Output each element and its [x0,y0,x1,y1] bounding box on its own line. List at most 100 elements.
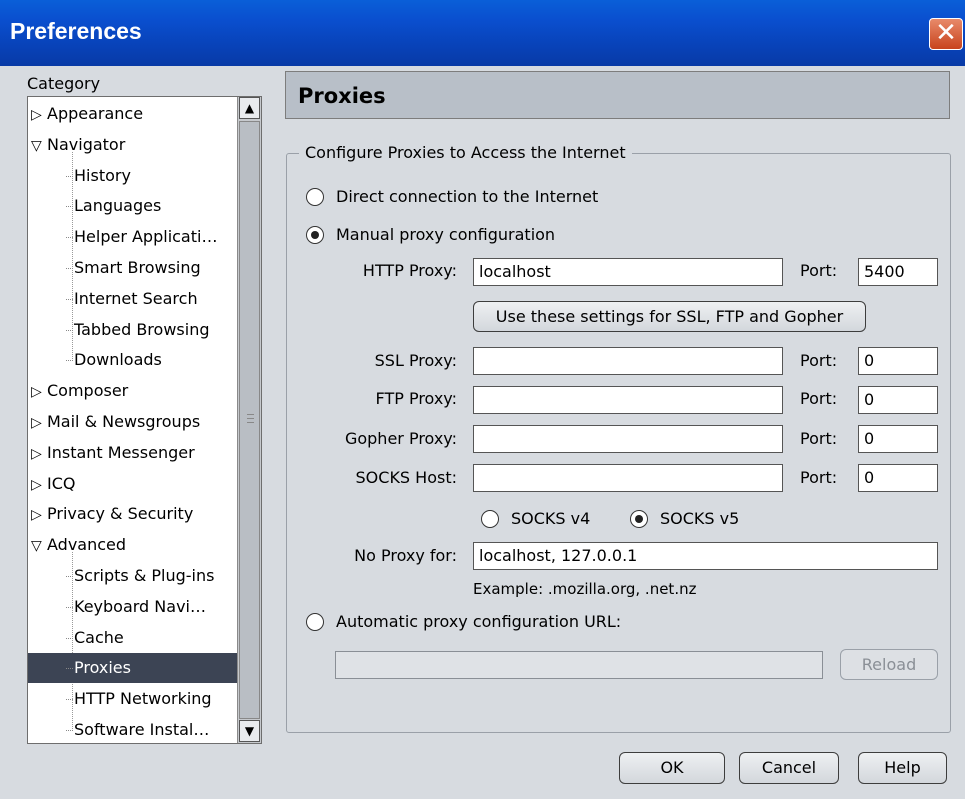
thumb-grip [247,414,254,415]
tree-item-label: Languages [74,196,162,216]
expanded-triangle-icon[interactable]: ▽ [31,531,47,561]
tree-item-label: Helper Applicati… [74,227,218,247]
gopher-port-label: Port: [800,429,838,448]
tree-item-label: Keyboard Navi… [74,596,206,616]
tree-item[interactable]: Helper Applicati… [66,222,217,252]
tree-item[interactable]: ▷ Instant Messenger [31,438,195,468]
ok-button[interactable]: OK [619,752,725,784]
tree-item[interactable]: Internet Search [66,284,198,314]
socks-v4-radio[interactable]: SOCKS v4 [481,509,590,528]
tree-item[interactable]: ▽ Advanced [31,530,126,560]
radio-indicator[interactable] [481,509,499,528]
tree-item[interactable]: Tabbed Browsing [66,315,209,345]
tree-item-label: Appearance [47,104,144,123]
http-port-input[interactable]: 5400 [858,258,938,286]
tree-item-label: Software Instal… [74,720,210,739]
reload-button[interactable]: Reload [840,649,938,680]
collapsed-triangle-icon[interactable]: ▷ [31,408,47,438]
tree-item-label: HTTP Networking [74,689,212,709]
tree-connector-icon [66,606,73,608]
radio-indicator[interactable] [306,612,324,631]
no-proxy-input[interactable]: localhost, 127.0.0.1 [473,542,938,570]
tree-item[interactable]: Proxies [28,653,237,684]
tree-connector-icon [66,730,73,731]
tree-item-label: Cache [74,627,124,647]
tree-item[interactable]: ▷ Privacy & Security [31,499,193,529]
title-bar: Preferences ✕ [0,0,965,66]
scroll-thumb[interactable] [239,121,260,719]
auto-proxy-url-input[interactable] [335,651,823,679]
ftp-proxy-input[interactable] [473,386,783,414]
collapsed-triangle-icon[interactable]: ▷ [31,377,47,407]
tree-connector-icon [66,668,73,670]
tree-item[interactable]: HTTP Networking [66,684,212,714]
socks-v5-label: SOCKS v5 [660,509,740,528]
cancel-button[interactable]: Cancel [739,752,839,784]
socks-port-input[interactable]: 0 [858,464,938,492]
tree-connector-icon [66,237,73,239]
ftp-port-label: Port: [800,389,838,408]
http-port-label: Port: [800,261,838,280]
ssl-proxy-input[interactable] [473,347,783,375]
auto-proxy-label: Automatic proxy configuration URL: [336,612,622,631]
manual-proxy-radio[interactable]: Manual proxy configuration [306,225,555,244]
tree-item[interactable]: Software Instal… [66,715,210,743]
socks-v4-label: SOCKS v4 [511,509,591,528]
gopher-proxy-label: Gopher Proxy: [344,429,457,448]
tree-item[interactable]: History [66,161,131,191]
window-title: Preferences [10,18,142,44]
expanded-triangle-icon[interactable]: ▽ [31,131,47,161]
tree-item-label: Downloads [74,350,162,370]
collapsed-triangle-icon[interactable]: ▷ [31,439,47,469]
category-tree[interactable]: Software Instal… HTTP Networking Proxies Ca… [27,96,262,744]
ssl-port-input[interactable]: 0 [858,347,938,375]
collapsed-triangle-icon[interactable]: ▷ [31,100,47,130]
tree-item-label: Mail & Newsgroups [47,412,201,431]
tree-item[interactable]: Scripts & Plug-ins [66,561,214,591]
scroll-down-button[interactable]: ▼ [239,720,260,742]
collapsed-triangle-icon[interactable]: ▷ [31,470,47,500]
gopher-proxy-input[interactable] [473,425,783,453]
panel-title: Proxies [298,84,386,108]
tree-item[interactable]: ▷ ICQ [31,469,75,499]
close-button[interactable]: ✕ [929,18,963,50]
tree-connector-icon [66,175,73,177]
tree-item[interactable]: ▷ Mail & Newsgroups [31,407,200,437]
auto-proxy-radio[interactable]: Automatic proxy configuration URL: [306,612,621,631]
tree-item[interactable]: Keyboard Navi… [66,592,206,622]
socks-host-label: SOCKS Host: [355,468,457,487]
tree-connector-icon [66,637,73,639]
collapsed-triangle-icon[interactable]: ▷ [31,500,47,530]
scroll-up-button[interactable]: ▲ [239,97,260,119]
radio-indicator[interactable] [630,509,648,528]
use-settings-button[interactable]: Use these settings for SSL, FTP and Goph… [473,301,866,332]
category-label: Category [27,74,101,93]
http-proxy-input[interactable]: localhost [473,258,783,286]
tree-item-label: Internet Search [74,288,198,308]
socks-host-input[interactable] [473,464,783,492]
tree-item[interactable]: Languages [66,191,161,221]
help-button[interactable]: Help [858,752,947,784]
tree-connector-icon [66,576,73,577]
tree-item-label: Advanced [47,535,127,555]
radio-indicator[interactable] [306,187,324,206]
tree-scrollbar[interactable]: ▲ ▼ [237,97,261,743]
gopher-port-input[interactable]: 0 [858,425,938,453]
tree-item-label: Tabbed Browsing [74,319,210,339]
tree-item[interactable]: Smart Browsing [66,253,201,283]
tree-item[interactable]: Downloads [66,345,162,375]
tree-item[interactable]: ▽ Navigator [31,130,125,160]
tree-item[interactable]: Cache [66,623,124,653]
tree-connector-icon [66,206,73,208]
tree-item-label: History [74,165,131,185]
direct-connection-radio[interactable]: Direct connection to the Internet [306,187,598,206]
tree-item[interactable]: ▷ Composer [31,376,128,406]
socks-v5-radio[interactable]: SOCKS v5 [630,509,739,528]
tree-item-label: Privacy & Security [47,504,194,524]
radio-indicator[interactable] [306,225,324,244]
ftp-port-input[interactable]: 0 [858,386,938,414]
ftp-proxy-label: FTP Proxy: [375,389,457,408]
tree-item[interactable]: ▷ Appearance [31,99,143,129]
tree-item-label: Composer [47,381,129,401]
no-proxy-example: Example: .mozilla.org, .net.nz [473,580,697,598]
